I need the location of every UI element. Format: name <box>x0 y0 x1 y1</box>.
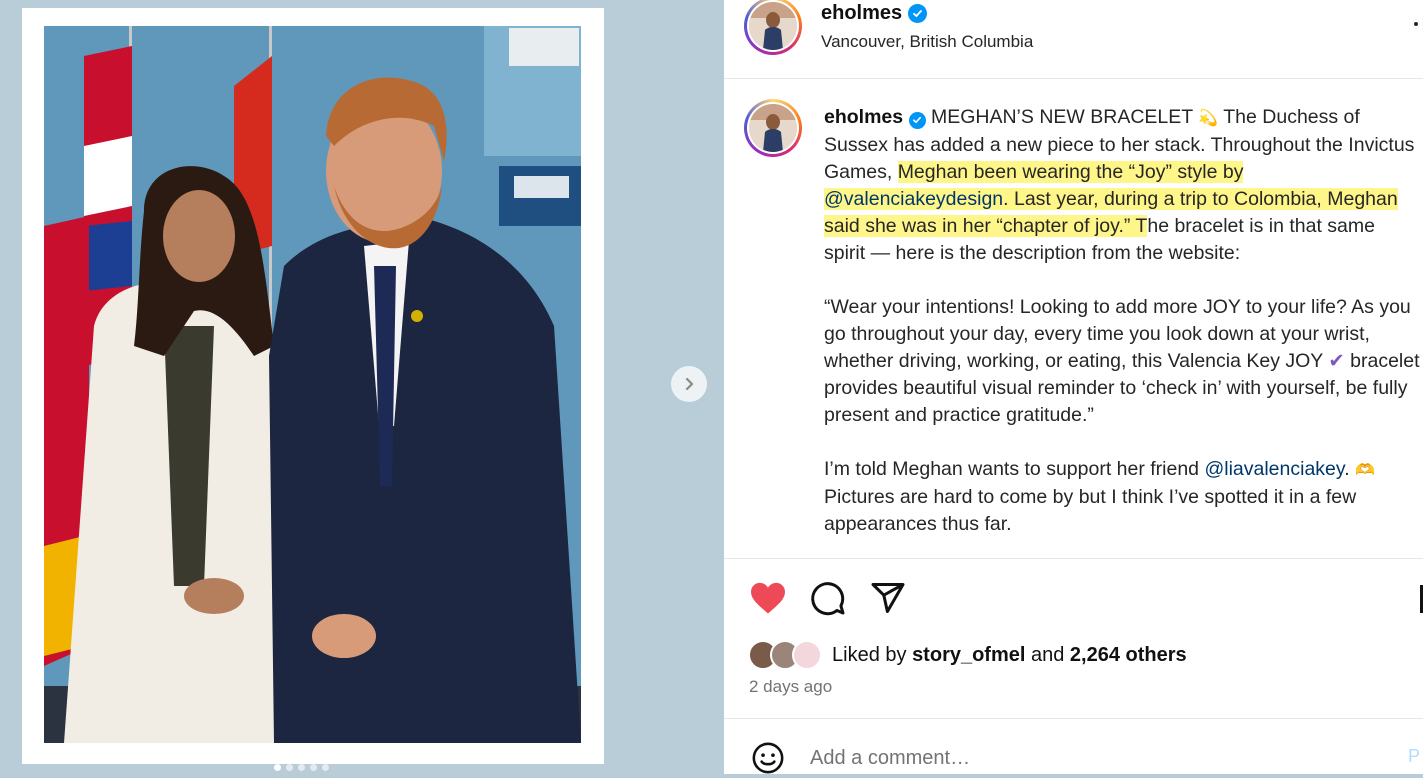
carousel-next-button[interactable] <box>671 366 707 402</box>
username-link[interactable]: eholmes <box>821 2 902 25</box>
header-divider <box>724 78 1423 79</box>
carousel-dot <box>286 764 293 771</box>
post-caption: eholmes MEGHAN’S NEW BRACELET 💫 The Duch… <box>824 104 1420 565</box>
heart-filled-icon <box>751 582 785 614</box>
header-avatar[interactable] <box>744 0 802 55</box>
post-comment-button[interactable]: P <box>1408 746 1420 767</box>
likes-text: Liked by story_ofmel and 2,264 others <box>832 643 1187 666</box>
caption-paragraph: eholmes MEGHAN’S NEW BRACELET 💫 The Duch… <box>824 106 1415 264</box>
caption-divider <box>724 558 1423 559</box>
liker-avatar[interactable] <box>792 640 822 670</box>
post-location[interactable]: Vancouver, British Columbia <box>821 32 1033 52</box>
verified-badge-icon <box>908 4 928 23</box>
check-mark-icon: ✔ <box>1328 350 1345 372</box>
share-button[interactable] <box>868 578 908 618</box>
caption-paragraph: I’m told Meghan wants to support her fri… <box>824 458 1375 535</box>
post-photo-illustration <box>44 26 581 743</box>
liker-avatars <box>748 640 822 670</box>
mention-link[interactable]: @liavalenciakey <box>1204 458 1344 480</box>
action-bar <box>748 578 908 618</box>
heart-hands-icon: 🫶 <box>1355 462 1375 479</box>
carousel-dot <box>322 764 329 771</box>
caption-paragraph: “Wear your intentions! Looking to add mo… <box>824 296 1420 426</box>
comment-input[interactable] <box>808 745 1372 771</box>
dizzy-star-icon: 💫 <box>1198 110 1219 127</box>
comment-divider <box>724 718 1423 719</box>
avatar-image <box>749 2 797 50</box>
highlight: Meghan been wearing the “Joy” style by <box>897 161 1244 183</box>
chevron-right-icon <box>685 377 694 391</box>
caption-title: MEGHAN’S NEW BRACELET <box>930 106 1193 128</box>
smiley-icon <box>752 742 784 774</box>
verified-badge-icon <box>908 111 926 129</box>
mention-link[interactable]: @valenciakeydesign <box>824 188 1004 210</box>
likes-summary: Liked by story_ofmel and 2,264 others <box>748 640 1187 670</box>
carousel-dot <box>310 764 317 771</box>
comment-row <box>748 738 1372 778</box>
post-side-panel: eholmes Vancouver, British Columbia ehol… <box>724 0 1423 774</box>
carousel-indicator <box>274 764 329 771</box>
like-button[interactable] <box>748 578 788 618</box>
comment-button[interactable] <box>808 578 848 618</box>
caption-avatar[interactable] <box>744 99 802 157</box>
post-header-username[interactable]: eholmes <box>821 2 928 25</box>
post-timestamp[interactable]: 2 days ago <box>749 677 832 697</box>
avatar-image <box>749 104 797 152</box>
paper-plane-icon <box>871 583 905 613</box>
carousel-dot <box>274 764 281 771</box>
liker-username[interactable]: story_ofmel <box>912 644 1025 666</box>
comment-bubble-icon <box>811 582 845 616</box>
emoji-picker-button[interactable] <box>748 738 788 778</box>
likes-count[interactable]: 2,264 others <box>1070 644 1187 666</box>
media-area <box>0 0 724 774</box>
photo-card <box>22 8 604 764</box>
post-photo[interactable] <box>44 26 581 743</box>
carousel-dot <box>298 764 305 771</box>
caption-username[interactable]: eholmes <box>824 106 903 128</box>
more-options-icon[interactable] <box>1414 22 1418 26</box>
